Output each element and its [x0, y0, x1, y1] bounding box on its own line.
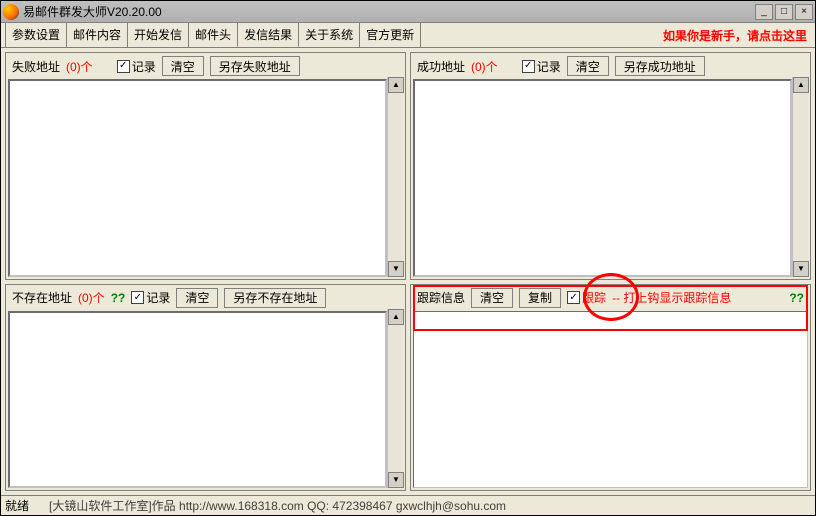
success-pane: 成功地址 (0)个 ✓ 记录 清空 另存成功地址 ▲ ▼	[410, 52, 811, 280]
trace-label: 跟踪信息	[417, 289, 465, 306]
scroll-down-icon[interactable]: ▼	[388, 472, 404, 488]
notexist-scrollbar-v[interactable]: ▲ ▼	[387, 309, 403, 488]
notexist-textarea[interactable]	[8, 311, 387, 488]
success-count: (0)个	[471, 58, 498, 75]
window-title: 易邮件群发大师V20.20.00	[23, 3, 755, 20]
notexist-header: 不存在地址 (0)个 ?? ✓ 记录 清空 另存不存在地址	[8, 287, 403, 309]
statusbar: 就绪 [大镜山软件工作室]作品 http://www.168318.com QQ…	[1, 495, 815, 515]
success-scrollbar-v[interactable]: ▲ ▼	[792, 77, 808, 277]
checkbox-icon: ✓	[117, 60, 130, 73]
tab-6[interactable]: 官方更新	[359, 22, 421, 47]
notexist-clear-button[interactable]: 清空	[176, 288, 218, 308]
notexist-pane: 不存在地址 (0)个 ?? ✓ 记录 清空 另存不存在地址 ▲ ▼	[5, 284, 406, 491]
minimize-button[interactable]: _	[755, 4, 773, 20]
scroll-down-icon[interactable]: ▼	[388, 261, 404, 277]
trace-textarea[interactable]	[413, 311, 808, 488]
fail-pane: 失败地址 (0)个 ✓ 记录 清空 另存失败地址 ▲ ▼	[5, 52, 406, 280]
success-clear-button[interactable]: 清空	[567, 56, 609, 76]
fail-record-label: 记录	[132, 58, 156, 75]
scroll-up-icon[interactable]: ▲	[388, 77, 404, 93]
scroll-up-icon[interactable]: ▲	[388, 309, 404, 325]
titlebar: 易邮件群发大师V20.20.00 _ □ ×	[1, 1, 815, 23]
novice-link[interactable]: 如果你是新手，请点击这里	[663, 27, 807, 44]
checkbox-icon: ✓	[131, 291, 144, 304]
checkbox-icon: ✓	[567, 291, 580, 304]
fail-clear-button[interactable]: 清空	[162, 56, 204, 76]
tab-3[interactable]: 邮件头	[188, 22, 238, 47]
tab-4[interactable]: 发信结果	[237, 22, 299, 47]
scroll-down-icon[interactable]: ▼	[793, 261, 809, 277]
fail-count: (0)个	[66, 58, 93, 75]
success-label: 成功地址	[417, 58, 465, 75]
notexist-help-link[interactable]: ??	[111, 291, 126, 305]
success-record-label: 记录	[537, 58, 561, 75]
notexist-record-label: 记录	[146, 289, 170, 306]
tab-0[interactable]: 参数设置	[5, 22, 67, 47]
status-credit: [大镜山软件工作室]作品 http://www.168318.com QQ: 4…	[49, 497, 506, 514]
checkbox-icon: ✓	[522, 60, 535, 73]
fail-label: 失败地址	[12, 58, 60, 75]
trace-hint: -- 打上钩显示跟踪信息	[612, 289, 731, 306]
trace-help-link[interactable]: ??	[789, 291, 804, 305]
app-window: 易邮件群发大师V20.20.00 _ □ × 参数设置邮件内容开始发信邮件头发信…	[0, 0, 816, 516]
content-area: 失败地址 (0)个 ✓ 记录 清空 另存失败地址 ▲ ▼	[1, 47, 815, 495]
notexist-record-checkbox[interactable]: ✓ 记录	[131, 289, 170, 306]
notexist-saveas-button[interactable]: 另存不存在地址	[224, 288, 326, 308]
trace-pane: 跟踪信息 清空 复制 ✓ 跟踪 -- 打上钩显示跟踪信息 ??	[410, 284, 811, 491]
fail-record-checkbox[interactable]: ✓ 记录	[117, 58, 156, 75]
tab-bar: 参数设置邮件内容开始发信邮件头发信结果关于系统官方更新 如果你是新手，请点击这里	[1, 23, 815, 47]
success-saveas-button[interactable]: 另存成功地址	[615, 56, 705, 76]
tab-2[interactable]: 开始发信	[127, 22, 189, 47]
trace-clear-button[interactable]: 清空	[471, 288, 513, 308]
trace-track-label: 跟踪	[582, 289, 606, 306]
success-header: 成功地址 (0)个 ✓ 记录 清空 另存成功地址	[413, 55, 808, 77]
status-ready: 就绪	[5, 497, 29, 514]
app-icon	[3, 4, 19, 20]
trace-header: 跟踪信息 清空 复制 ✓ 跟踪 -- 打上钩显示跟踪信息 ??	[413, 287, 808, 309]
fail-saveas-button[interactable]: 另存失败地址	[210, 56, 300, 76]
tab-1[interactable]: 邮件内容	[66, 22, 128, 47]
success-record-checkbox[interactable]: ✓ 记录	[522, 58, 561, 75]
fail-header: 失败地址 (0)个 ✓ 记录 清空 另存失败地址	[8, 55, 403, 77]
trace-track-checkbox[interactable]: ✓ 跟踪	[567, 289, 606, 306]
fail-scrollbar-v[interactable]: ▲ ▼	[387, 77, 403, 277]
close-button[interactable]: ×	[795, 4, 813, 20]
maximize-button[interactable]: □	[775, 4, 793, 20]
trace-copy-button[interactable]: 复制	[519, 288, 561, 308]
success-textarea[interactable]	[413, 79, 792, 277]
notexist-count: (0)个	[78, 289, 105, 306]
window-controls: _ □ ×	[755, 4, 813, 20]
tab-5[interactable]: 关于系统	[298, 22, 360, 47]
scroll-up-icon[interactable]: ▲	[793, 77, 809, 93]
top-row: 失败地址 (0)个 ✓ 记录 清空 另存失败地址 ▲ ▼	[5, 52, 811, 280]
fail-textarea[interactable]	[8, 79, 387, 277]
notexist-label: 不存在地址	[12, 289, 72, 306]
bottom-row: 不存在地址 (0)个 ?? ✓ 记录 清空 另存不存在地址 ▲ ▼	[5, 284, 811, 491]
